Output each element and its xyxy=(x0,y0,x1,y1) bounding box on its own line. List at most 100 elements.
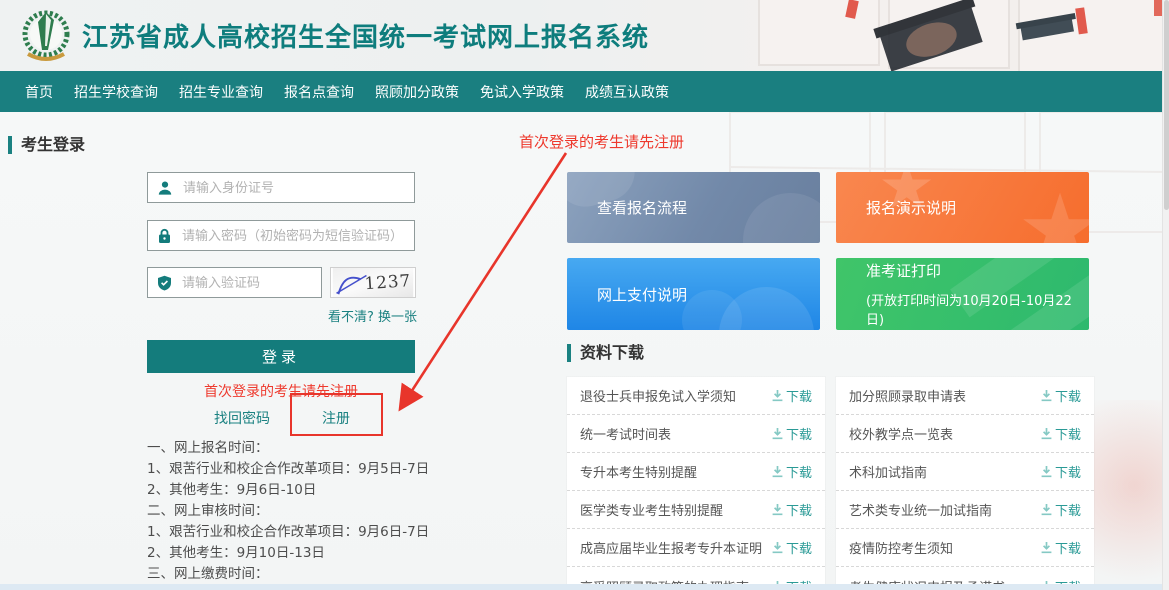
quick-link-label: 报名演示说明 xyxy=(866,197,1089,218)
captcha-field-box xyxy=(147,267,322,298)
download-link-label: 下载 xyxy=(786,386,812,405)
download-item-name: 医学类专业考生特别提醒 xyxy=(580,500,723,519)
main-nav: 首页 招生学校查询 招生专业查询 报名点查询 照顾加分政策 免试入学政策 成绩互认政策 xyxy=(0,71,1169,112)
download-link-label: 下载 xyxy=(786,500,812,519)
download-row: 疫情防控考生须知 下载 xyxy=(836,529,1094,567)
download-link[interactable]: 下载 xyxy=(1040,500,1081,519)
download-icon xyxy=(771,427,784,440)
download-icon xyxy=(1040,465,1053,478)
quick-link-view-enrollment-process[interactable]: 查看报名流程 xyxy=(567,172,820,243)
download-item-name: 艺术类专业统一加试指南 xyxy=(849,500,992,519)
download-link[interactable]: 下载 xyxy=(1040,462,1081,481)
quick-link-enrollment-demo-instructions[interactable]: 报名演示说明 xyxy=(836,172,1089,243)
download-link[interactable]: 下载 xyxy=(771,386,812,405)
nav-item-4[interactable]: 照顾加分政策 xyxy=(375,82,459,102)
quick-link-subtext: (开放打印时间为10月20日-10月22日) xyxy=(866,290,1089,328)
scrollbar-thumb[interactable] xyxy=(1164,0,1169,210)
download-icon xyxy=(1040,541,1053,554)
downloads-right-column: 加分照顾录取申请表下载校外教学点一览表下载术科加试指南下载艺术类专业统一加试指南… xyxy=(836,377,1094,590)
download-icon xyxy=(1040,427,1053,440)
nav-item-2[interactable]: 招生专业查询 xyxy=(179,82,263,102)
schedule-line: 2、其他考生：9月10日-13日 xyxy=(147,543,507,564)
lock-icon xyxy=(157,228,172,244)
register-annotation-text: 首次登录的考生请先注册 xyxy=(519,131,684,152)
site-title: 江苏省成人高校招生全国统一考试网上报名系统 xyxy=(82,17,649,54)
download-item-name: 成高应届毕业生报考专升本证明 xyxy=(580,538,762,557)
quick-link-admission-ticket-print[interactable]: 准考证打印 (开放打印时间为10月20日-10月22日) xyxy=(836,258,1089,330)
password-field-box xyxy=(147,220,415,251)
id-number-input[interactable] xyxy=(181,179,405,196)
download-row: 退役士兵申报免试入学须知 下载 xyxy=(567,377,825,415)
shield-check-icon xyxy=(157,275,172,291)
svg-text:1237: 1237 xyxy=(364,270,412,293)
download-icon xyxy=(771,465,784,478)
quick-link-label: 准考证打印 xyxy=(866,260,1089,281)
schedule-line: 2、其他考生：9月6日-10日 xyxy=(147,480,507,501)
download-row: 成高应届毕业生报考专升本证明 下载 xyxy=(567,529,825,567)
download-link[interactable]: 下载 xyxy=(1040,386,1081,405)
captcha-image[interactable]: 1237 xyxy=(330,267,416,298)
download-icon xyxy=(771,389,784,402)
graduation-photo-decoration xyxy=(609,0,1169,71)
nav-item-6[interactable]: 成绩互认政策 xyxy=(585,82,669,102)
schedule-line: 三、网上缴费时间： xyxy=(147,564,507,585)
download-link[interactable]: 下载 xyxy=(771,462,812,481)
download-item-name: 退役士兵申报免试入学须知 xyxy=(580,386,736,405)
download-icon xyxy=(771,541,784,554)
download-link[interactable]: 下载 xyxy=(771,538,812,557)
download-link[interactable]: 下载 xyxy=(1040,538,1081,557)
download-item-name: 校外教学点一览表 xyxy=(849,424,953,443)
bottom-edge-strip xyxy=(0,584,1162,590)
register-highlight-box xyxy=(290,393,383,436)
download-item-name: 加分照顾录取申请表 xyxy=(849,386,966,405)
download-row: 统一考试时间表 下载 xyxy=(567,415,825,453)
download-icon xyxy=(1040,389,1053,402)
quick-link-label: 查看报名流程 xyxy=(597,197,820,218)
nav-item-1[interactable]: 招生学校查询 xyxy=(74,82,158,102)
download-link-label: 下载 xyxy=(1055,424,1081,443)
download-link-label: 下载 xyxy=(786,462,812,481)
download-item-name: 术科加试指南 xyxy=(849,462,927,481)
schedule-line: 1、艰苦行业和校企合作改革项目：9月6日-7日 xyxy=(147,522,507,543)
nav-item-3[interactable]: 报名点查询 xyxy=(284,82,354,102)
download-row: 医学类专业考生特别提醒 下载 xyxy=(567,491,825,529)
download-item-name: 专升本考生特别提醒 xyxy=(580,462,697,481)
download-link[interactable]: 下载 xyxy=(771,424,812,443)
download-row: 专升本考生特别提醒 下载 xyxy=(567,453,825,491)
schedule-line: 一、网上报名时间： xyxy=(147,438,507,459)
captcha-input[interactable] xyxy=(180,274,312,291)
download-link-label: 下载 xyxy=(786,424,812,443)
nav-item-5[interactable]: 免试入学政策 xyxy=(480,82,564,102)
download-link-label: 下载 xyxy=(786,538,812,557)
download-row: 艺术类专业统一加试指南 下载 xyxy=(836,491,1094,529)
download-item-name: 统一考试时间表 xyxy=(580,424,671,443)
downloads-section-title: 资料下载 xyxy=(567,344,644,362)
download-row: 术科加试指南 下载 xyxy=(836,453,1094,491)
download-row: 校外教学点一览表 下载 xyxy=(836,415,1094,453)
forgot-password-link[interactable]: 找回密码 xyxy=(214,408,270,428)
download-link-label: 下载 xyxy=(1055,538,1081,557)
login-section-title: 考生登录 xyxy=(8,136,85,154)
download-link-label: 下载 xyxy=(1055,386,1081,405)
scrollbar[interactable] xyxy=(1162,0,1169,590)
captcha-refresh-link[interactable]: 看不清? 换一张 xyxy=(328,306,420,325)
login-button[interactable]: 登录 xyxy=(147,340,415,373)
id-field-box xyxy=(147,172,415,203)
nav-item-0[interactable]: 首页 xyxy=(25,82,53,102)
quick-link-online-payment-instructions[interactable]: 网上支付说明 xyxy=(567,258,820,330)
quick-link-label: 网上支付说明 xyxy=(597,284,820,305)
download-item-name: 疫情防控考生须知 xyxy=(849,538,953,557)
site-logo-icon xyxy=(18,4,74,68)
download-link-label: 下载 xyxy=(1055,500,1081,519)
page-root: 江苏省成人高校招生全国统一考试网上报名系统 首页 招生学校查询 招生专业查询 报名点查… xyxy=(0,0,1169,590)
download-icon xyxy=(1040,503,1053,516)
user-icon xyxy=(157,180,173,196)
downloads-left-column: 退役士兵申报免试入学须知下载统一考试时间表下载专升本考生特别提醒下载医学类专业考… xyxy=(567,377,825,590)
password-input[interactable] xyxy=(180,227,405,244)
download-row: 加分照顾录取申请表 下载 xyxy=(836,377,1094,415)
download-icon xyxy=(771,503,784,516)
schedule-line: 二、网上审核时间： xyxy=(147,501,507,522)
download-link-label: 下载 xyxy=(1055,462,1081,481)
download-link[interactable]: 下载 xyxy=(1040,424,1081,443)
download-link[interactable]: 下载 xyxy=(771,500,812,519)
